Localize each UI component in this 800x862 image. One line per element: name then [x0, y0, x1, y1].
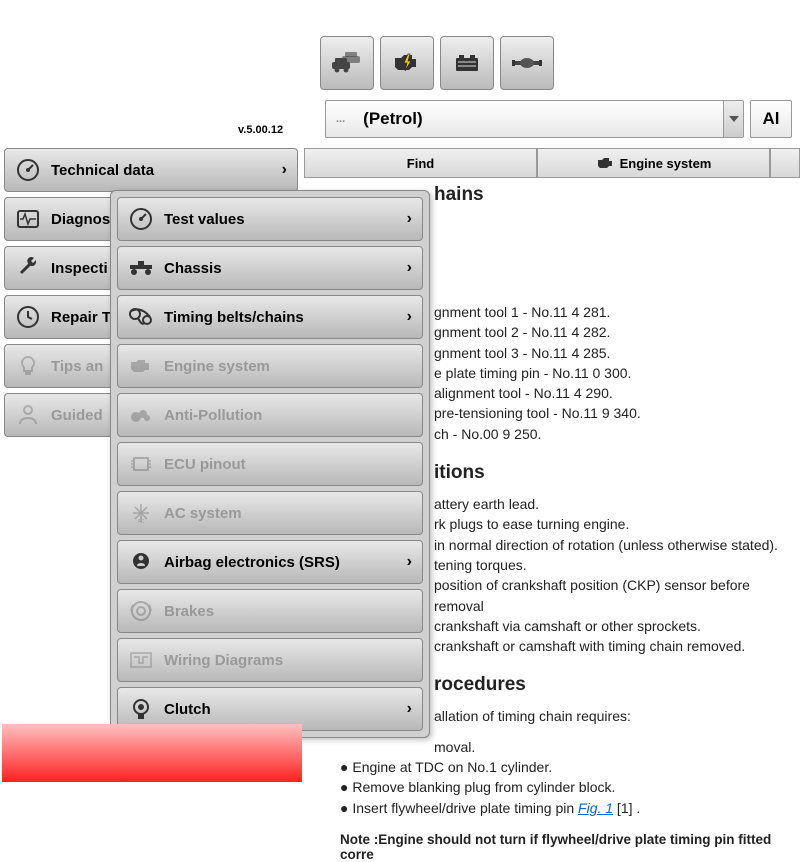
sub-engine-system[interactable]: Engine system	[117, 344, 423, 388]
exhaust-icon-button[interactable]	[500, 36, 554, 90]
precautions-heading: itions	[434, 462, 800, 484]
exhaust-icon	[510, 50, 544, 76]
snowflake-icon: AC	[128, 500, 154, 526]
chevron-right-icon: ›	[407, 259, 412, 277]
wiring-icon	[128, 647, 154, 673]
sub-wiring[interactable]: Wiring Diagrams	[117, 638, 423, 682]
sub-ecu-pinout[interactable]: ECU pinout	[117, 442, 423, 486]
engine-bolt-icon	[390, 50, 424, 76]
chassis-icon	[128, 255, 154, 281]
sub-brakes[interactable]: Brakes	[117, 589, 423, 633]
tab-find[interactable]: Find	[304, 148, 537, 178]
gauge-icon	[128, 206, 154, 232]
chevron-right-icon: ›	[282, 161, 287, 179]
wrench-icon	[15, 255, 41, 281]
figure-link[interactable]: Fig. 1	[578, 800, 613, 816]
red-gradient-bar	[2, 724, 302, 782]
brake-icon	[128, 598, 154, 624]
menu-technical-data[interactable]: Technical data ›	[4, 148, 298, 192]
chevron-right-icon: ›	[407, 700, 412, 718]
cars-icon	[330, 50, 364, 76]
sub-anti-pollution[interactable]: Anti-Pollution	[117, 393, 423, 437]
gauge-icon	[15, 157, 41, 183]
clock-icon	[15, 304, 41, 330]
sub-chassis[interactable]: Chassis ›	[117, 246, 423, 290]
tab-extra[interactable]	[770, 148, 800, 178]
battery-icon-button[interactable]	[440, 36, 494, 90]
menu-label: Technical data	[51, 162, 282, 179]
sub-airbag[interactable]: Airbag electronics (SRS) ›	[117, 540, 423, 584]
vehicle-icon-button[interactable]	[320, 36, 374, 90]
fuel-label: (Petrol)	[363, 109, 423, 129]
person-icon	[15, 402, 41, 428]
belt-icon	[128, 304, 154, 330]
engine-small-icon	[596, 156, 614, 170]
chevron-right-icon: ›	[407, 553, 412, 571]
engine-icon	[128, 353, 154, 379]
tab-engine-system[interactable]: Engine system	[537, 148, 770, 178]
note-text: Note :Engine should not turn if flywheel…	[340, 832, 800, 862]
chevron-right-icon: ›	[407, 210, 412, 228]
fuel-prefix: ...	[336, 113, 345, 125]
tab-row: Find Engine system	[304, 148, 800, 178]
clutch-icon	[128, 696, 154, 722]
ecg-icon	[15, 206, 41, 232]
al-button[interactable]: Al	[750, 100, 792, 138]
content-title: hains	[434, 184, 800, 206]
airbag-icon	[128, 549, 154, 575]
fuel-type-select[interactable]: ... (Petrol)	[325, 100, 744, 138]
svg-text:AC: AC	[138, 519, 145, 524]
sub-timing-belts[interactable]: Timing belts/chains ›	[117, 295, 423, 339]
battery-icon	[450, 50, 484, 76]
dropdown-arrow[interactable]	[723, 101, 743, 137]
bulb-icon	[15, 353, 41, 379]
chevron-right-icon: ›	[407, 308, 412, 326]
technical-data-submenu: Test values › Chassis › Timing belts/cha…	[110, 190, 430, 738]
procedures-heading: rocedures	[434, 674, 800, 696]
chip-icon	[128, 451, 154, 477]
version-label: v.5.00.12	[238, 124, 283, 136]
sub-test-values[interactable]: Test values ›	[117, 197, 423, 241]
engine-icon-button[interactable]	[380, 36, 434, 90]
pollution-icon	[128, 402, 154, 428]
sub-ac-system[interactable]: AC AC system	[117, 491, 423, 535]
